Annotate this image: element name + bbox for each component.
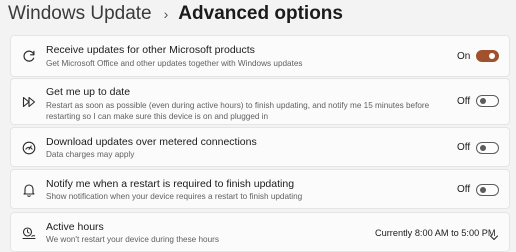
setting-title: Get me up to date [46,86,131,98]
toggle-state-label: Off [457,184,471,195]
toggle-state-label: Off [457,96,471,107]
setting-description: Get Microsoft Office and other updates t… [46,59,303,68]
breadcrumb-separator: › [163,6,169,22]
bell-icon [21,182,37,198]
setting-description: Show notification when your device requi… [46,192,303,201]
fast-forward-icon [21,94,37,110]
get-me-up-to-date-toggle[interactable] [476,95,499,107]
setting-card-active-hours[interactable]: Active hours We won't restart your devic… [10,212,510,252]
setting-title: Receive updates for other Microsoft prod… [46,44,255,56]
toggle-knob [480,187,486,193]
other-products-toggle[interactable] [476,50,499,62]
active-hours-value: Currently 8:00 AM to 5:00 PM [375,228,496,238]
restart-notification-toggle[interactable] [476,184,499,196]
setting-description: Data charges may apply [46,150,135,159]
chevron-down-icon[interactable] [489,229,499,241]
toggle-knob [489,53,495,59]
toggle-knob [480,98,486,104]
setting-title: Notify me when a restart is required to … [46,178,295,190]
setting-card-get-me-up-to-date[interactable]: Get me up to date Restart as soon as pos… [10,78,510,125]
setting-card-restart-notification[interactable]: Notify me when a restart is required to … [10,169,510,209]
setting-description: We won't restart your device during thes… [46,235,219,244]
page-title: Advanced options [178,3,343,24]
active-hours-icon [21,225,37,241]
breadcrumb-windows-update[interactable]: Windows Update [8,3,152,25]
setting-title: Active hours [46,221,104,233]
setting-card-other-products[interactable]: Receive updates for other Microsoft prod… [10,35,510,77]
metered-gauge-icon [21,140,37,156]
setting-description: Restart as soon as possible (even during… [46,101,430,121]
toggle-state-label: Off [457,142,471,153]
toggle-knob [480,145,486,151]
setting-card-metered-connections[interactable]: Download updates over metered connection… [10,127,510,167]
setting-title: Download updates over metered connection… [46,136,257,148]
toggle-state-label: On [457,51,471,62]
sync-icon [21,48,37,64]
breadcrumb: Windows Update › Advanced options [8,2,343,26]
metered-connections-toggle[interactable] [476,142,499,154]
